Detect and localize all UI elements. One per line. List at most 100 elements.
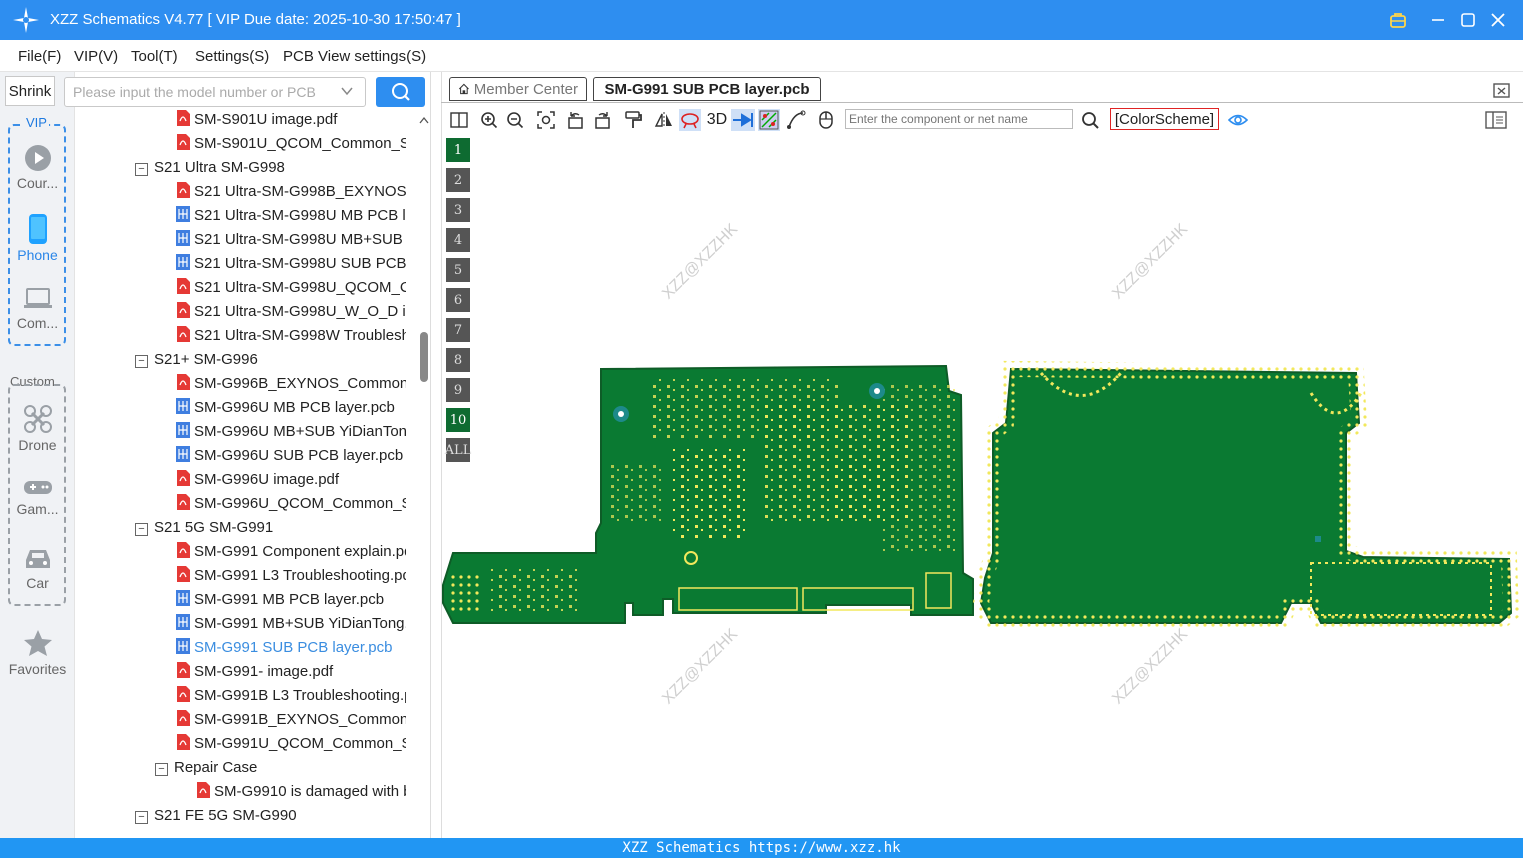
mouse-mode-button[interactable]: [815, 109, 837, 131]
menu-pcb-view-settings[interactable]: PCB View settings(S): [283, 48, 426, 65]
rotate-left-button[interactable]: [565, 109, 587, 131]
tree-file[interactable]: S21 Ultra-SM-G998U_QCOM_Comr: [176, 276, 406, 300]
play-circle-icon: [24, 145, 51, 171]
menu-file[interactable]: File(F): [18, 48, 61, 65]
tree-file[interactable]: SM-G991 MB PCB layer.pcb: [176, 588, 406, 612]
layer-button-3[interactable]: 3: [446, 198, 470, 222]
tree-file[interactable]: S21 Ultra-SM-G998B_EXYNOS_Com: [176, 180, 406, 204]
tree-folder[interactable]: − S21 FE 5G SM-G990: [135, 804, 406, 828]
layer-button-7[interactable]: 7: [446, 318, 470, 342]
tree-file[interactable]: SM-G991 L3 Troubleshooting.pdf: [176, 564, 406, 588]
tree-file[interactable]: SM-G9910 is damaged with bas: [196, 780, 406, 804]
menu-tool[interactable]: Tool(T): [131, 48, 178, 65]
sub-board[interactable]: [972, 360, 1520, 631]
collapse-toggle-icon[interactable]: −: [135, 355, 148, 368]
tree-file[interactable]: SM-S901U image.pdf: [176, 108, 406, 132]
chevron-down-icon[interactable]: [340, 84, 354, 98]
tree-label: S21 Ultra-SM-G998W Troubleshoo: [194, 327, 406, 344]
tree-file[interactable]: SM-G991B_EXYNOS_Common_Serv: [176, 708, 406, 732]
board-view-button[interactable]: [758, 109, 780, 131]
close-tab-icon[interactable]: [1492, 80, 1512, 100]
tree-file[interactable]: S21 Ultra-SM-G998U_W_O_D imag: [176, 300, 406, 324]
tree-file[interactable]: SM-S901U_QCOM_Common_Servic: [176, 132, 406, 156]
layer-button-6[interactable]: 6: [446, 288, 470, 312]
collapse-toggle-icon[interactable]: −: [135, 523, 148, 536]
tree-file[interactable]: SM-G996B_EXYNOS_Common_Serv: [176, 372, 406, 396]
tree-file[interactable]: SM-G991U_QCOM_Common_Servi: [176, 732, 406, 756]
menu-settings[interactable]: Settings(S): [195, 48, 269, 65]
fit-view-button[interactable]: [535, 109, 557, 131]
nav-item-phone[interactable]: Phone: [0, 214, 75, 274]
visibility-button[interactable]: [1227, 109, 1249, 131]
tree-file[interactable]: SM-G991- image.pdf: [176, 660, 406, 684]
pdf-file-icon: [177, 302, 190, 318]
layer-button-all[interactable]: ALL: [445, 438, 471, 462]
search-button[interactable]: [376, 77, 425, 107]
tree-file[interactable]: SM-G991B L3 Troubleshooting.pdf: [176, 684, 406, 708]
view-3d-button[interactable]: 3D: [705, 109, 729, 131]
pin-direction-button[interactable]: [731, 109, 755, 131]
tree-file[interactable]: SM-G996U SUB PCB layer.pcb: [176, 444, 406, 468]
nav-item-favorites[interactable]: Favorites: [0, 628, 75, 688]
tree-file[interactable]: SM-G991 MB+SUB YiDianTong.pcl: [176, 612, 406, 636]
tree-folder[interactable]: − Repair Case: [155, 756, 406, 780]
tab-active-file[interactable]: SM-G991 SUB PCB layer.pcb: [593, 77, 821, 101]
scroll-thumb[interactable]: [420, 332, 428, 382]
pdf-file-icon: [177, 374, 190, 390]
tree-file[interactable]: S21 Ultra-SM-G998U MB PCB layer: [176, 204, 406, 228]
tree-file[interactable]: SM-G996U image.pdf: [176, 468, 406, 492]
layer-button-5[interactable]: 5: [446, 258, 470, 282]
tree-file[interactable]: S21 Ultra-SM-G998W Troubleshoo: [176, 324, 406, 348]
tree-file[interactable]: SM-G996U MB+SUB YiDianTong.p: [176, 420, 406, 444]
tree-file[interactable]: SM-G996U MB PCB layer.pcb: [176, 396, 406, 420]
tree-label: S21 FE 5G SM-G990: [154, 807, 297, 824]
minimize-button[interactable]: [1426, 8, 1450, 32]
nav-item-courses[interactable]: Cour...: [0, 144, 75, 204]
color-scheme-button[interactable]: [ColorScheme]: [1110, 108, 1219, 130]
tree-folder[interactable]: − S21 5G SM-G991: [135, 516, 406, 540]
layer-button-8[interactable]: 8: [446, 348, 470, 372]
tree-file[interactable]: S21 Ultra-SM-G998U SUB PCB laye: [176, 252, 406, 276]
collapse-toggle-icon[interactable]: −: [135, 163, 148, 176]
trace-tool-button[interactable]: [785, 109, 807, 131]
clear-highlight-button[interactable]: [622, 109, 644, 131]
tree-folder[interactable]: − S21+ SM-G996: [135, 348, 406, 372]
layer-button-1[interactable]: 1: [446, 138, 470, 162]
panel-toggle-button[interactable]: [1485, 109, 1507, 131]
maximize-button[interactable]: [1456, 8, 1480, 32]
flip-board-button[interactable]: [679, 109, 701, 131]
zoom-out-button[interactable]: [504, 109, 526, 131]
tree-file[interactable]: SM-G991 Component explain.pdf: [176, 540, 406, 564]
zoom-in-button[interactable]: [478, 109, 500, 131]
tree-scrollbar[interactable]: [418, 112, 430, 838]
close-button[interactable]: [1486, 8, 1510, 32]
tree-folder[interactable]: − S21 Ultra SM-G998: [135, 156, 406, 180]
pcb-canvas[interactable]: XZZ@XZZHK XZZ@XZZHK XZZ@XZZHK XZZ@XZZHK: [441, 133, 1523, 838]
main-board[interactable]: [442, 364, 974, 624]
menu-vip[interactable]: VIP(V): [74, 48, 118, 65]
tree-file[interactable]: SM-G996U_QCOM_Common_Servi: [176, 492, 406, 516]
collapse-toggle-icon[interactable]: −: [155, 763, 168, 776]
tree-file[interactable]: SM-G991 SUB PCB layer.pcb: [176, 636, 406, 660]
shrink-button[interactable]: Shrink: [5, 76, 55, 106]
layer-button-9[interactable]: 9: [446, 378, 470, 402]
split-view-button[interactable]: [448, 109, 470, 131]
nav-item-drone[interactable]: Drone: [0, 404, 75, 464]
tree-file[interactable]: S21 Ultra-SM-G998U MB+SUB YiDi: [176, 228, 406, 252]
scroll-up-icon[interactable]: [418, 115, 430, 125]
net-search-input[interactable]: [845, 109, 1073, 129]
nav-item-car[interactable]: Car: [0, 546, 75, 606]
model-search-input[interactable]: [64, 77, 366, 107]
layer-button-4[interactable]: 4: [446, 228, 470, 252]
nav-item-game[interactable]: Gam...: [0, 476, 75, 536]
nav-item-computer[interactable]: Com...: [0, 286, 75, 346]
tree-label: S21 Ultra SM-G998: [154, 159, 285, 176]
mirror-button[interactable]: [653, 109, 675, 131]
layer-button-2[interactable]: 2: [446, 168, 470, 192]
net-search-button[interactable]: [1079, 109, 1101, 131]
layer-button-10[interactable]: 10: [446, 408, 470, 432]
vip-bag-button[interactable]: [1386, 8, 1410, 32]
collapse-toggle-icon[interactable]: −: [135, 811, 148, 824]
rotate-right-button[interactable]: [591, 109, 613, 131]
tab-member-center[interactable]: Member Center: [449, 77, 587, 101]
